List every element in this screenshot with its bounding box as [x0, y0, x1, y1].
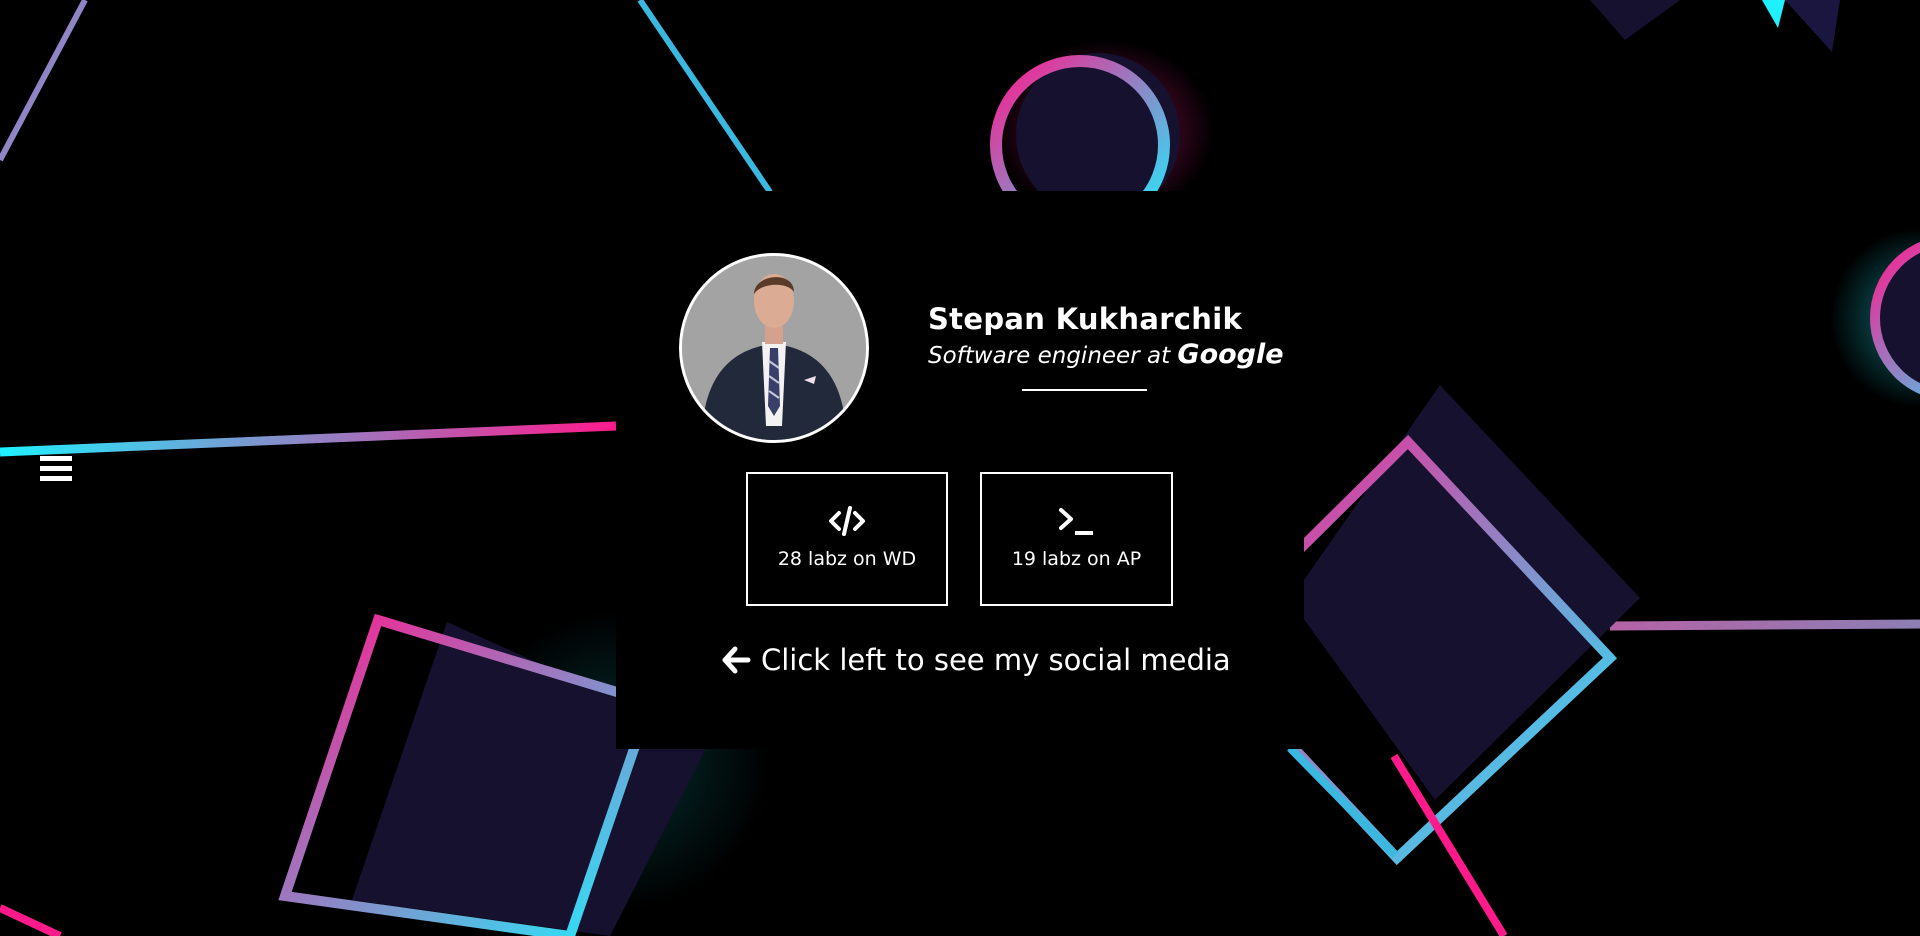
wd-labs-label: 28 labz on WD: [777, 548, 917, 570]
decor-line: [0, 421, 617, 457]
profile-name: Stepan Kukharchik: [928, 302, 1243, 336]
hamburger-icon: [40, 456, 72, 481]
ap-labs-label: 19 labz on AP: [1011, 548, 1142, 570]
ap-labs-button[interactable]: 19 labz on AP: [980, 472, 1173, 606]
decor-line: [0, 904, 62, 936]
decor-line: [1287, 745, 1398, 858]
profile-role: Software engineer at Google: [928, 339, 1284, 370]
role-prefix: Software engineer at: [928, 343, 1171, 369]
social-media-hint[interactable]: Click left to see my social media: [721, 643, 1231, 677]
profile-card: Stepan Kukharchik Software engineer at G…: [616, 191, 1304, 749]
avatar: [679, 253, 869, 443]
decor-triangle: [1590, 0, 1680, 40]
profile-photo: [682, 256, 866, 440]
hint-text: Click left to see my social media: [761, 643, 1231, 677]
divider: [1022, 389, 1147, 391]
decor-line: [1609, 619, 1920, 631]
page: Stepan Kukharchik Software engineer at G…: [0, 0, 1920, 936]
decor-line: [0, 0, 88, 162]
decor-triangle: [1785, 0, 1840, 52]
arrow-left-icon: [722, 646, 751, 674]
code-icon: [829, 506, 865, 536]
wd-labs-button[interactable]: 28 labz on WD: [746, 472, 948, 606]
terminal-icon: [1058, 508, 1093, 535]
decor-diamond: [1290, 385, 1640, 800]
company-name: Google: [1177, 339, 1284, 370]
decor-line: [637, 0, 773, 194]
menu-button[interactable]: [36, 450, 76, 490]
decor-triangle: [1762, 0, 1785, 28]
